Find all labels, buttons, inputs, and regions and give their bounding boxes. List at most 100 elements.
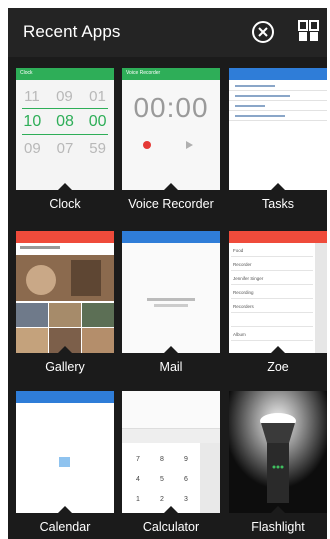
calculator-key: 7 [136, 456, 140, 463]
close-circle-icon [252, 21, 274, 43]
app-label: Calendar [39, 520, 91, 534]
app-preview: Clock 11 09 01 10 08 00 09 07 59 [16, 68, 114, 190]
calendar-day-cell [20, 409, 31, 419]
calendar-day-cell [59, 445, 70, 455]
calculator-key: 1 [136, 496, 140, 503]
calendar-day-cell [33, 409, 44, 419]
calendar-day-cell [33, 469, 44, 479]
calendar-day-cell [98, 433, 109, 443]
play-icon [186, 141, 193, 149]
list-item: Recorders [231, 301, 313, 313]
calendar-day-cell [33, 433, 44, 443]
app-bar [229, 231, 327, 243]
calendar-day-cell [59, 409, 70, 419]
app-bar [16, 391, 114, 403]
flashlight-icon [229, 391, 327, 513]
app-card-clock[interactable]: Clock 11 09 01 10 08 00 09 07 59 Clock [16, 68, 114, 218]
calendar-day-cell [72, 421, 83, 431]
calculator-key: 9 [184, 456, 188, 463]
app-preview: Food Recorder Jennifer Singer Recording … [229, 231, 327, 353]
page-title: Recent Apps [23, 22, 121, 41]
calendar-day-cell [46, 481, 57, 491]
close-all-button[interactable] [250, 19, 276, 45]
layout-toggle-button[interactable] [298, 19, 324, 45]
list-item [231, 315, 313, 327]
app-card-flashlight[interactable]: Flashlight [229, 391, 327, 539]
calendar-day-cell [46, 445, 57, 455]
app-label: Voice Recorder [128, 197, 214, 211]
app-label: Mail [159, 360, 183, 374]
calendar-day-cell [72, 469, 83, 479]
app-preview: Voice Recorder 00:00 [122, 68, 220, 190]
calendar-day-cell [59, 481, 70, 491]
calendar-day-cell [20, 481, 31, 491]
clock-digit: 08 [56, 113, 74, 130]
app-preview [16, 231, 114, 353]
calendar-day-cell [98, 409, 109, 419]
calculator-key: 2 [160, 496, 164, 503]
app-bar [16, 231, 114, 243]
app-card-calendar[interactable]: Calendar [16, 391, 114, 539]
app-card-voice-recorder[interactable]: Voice Recorder 00:00 Voice Recorder [122, 68, 220, 218]
calendar-day-cell [72, 409, 83, 419]
calendar-day-cell [33, 481, 44, 491]
calendar-day-cell [33, 445, 44, 455]
app-bar-title: Voice Recorder [126, 70, 161, 76]
calendar-day-cell [98, 469, 109, 479]
header: Recent Apps [8, 8, 327, 57]
calculator-key: 4 [136, 476, 140, 483]
calendar-day-cell [85, 481, 96, 491]
app-label: Calculator [142, 520, 200, 534]
calculator-key: 5 [160, 476, 164, 483]
app-preview: 7 8 9 4 5 6 1 2 3 [122, 391, 220, 513]
calendar-day-cell [59, 433, 70, 443]
calendar-day-cell [46, 469, 57, 479]
app-bar [229, 68, 327, 80]
app-card-mail[interactable]: Mail [122, 231, 220, 381]
calendar-day-cell [98, 445, 109, 455]
app-label: Tasks [262, 197, 294, 211]
clock-digit: 11 [24, 88, 40, 105]
calendar-day-cell [59, 421, 70, 431]
calculator-key: 3 [184, 496, 188, 503]
calendar-day-cell [20, 433, 31, 443]
calculator-key: 8 [160, 456, 164, 463]
calendar-day-cell [46, 409, 57, 419]
calendar-day-cell [20, 421, 31, 431]
calendar-day-cell [20, 469, 31, 479]
calendar-day-cell [46, 457, 57, 467]
clock-digit: 00 [88, 113, 107, 130]
calculator-key: 6 [184, 476, 188, 483]
calendar-day-cell [85, 445, 96, 455]
calendar-day-cell [72, 481, 83, 491]
app-bar: Clock [16, 68, 114, 80]
app-label: Clock [49, 197, 81, 211]
calendar-day-cell [72, 433, 83, 443]
app-card-calculator[interactable]: 7 8 9 4 5 6 1 2 3 Calculator [122, 391, 220, 539]
calendar-day-cell [72, 445, 83, 455]
calendar-day-cell [59, 469, 70, 479]
recorder-time: 00:00 [133, 92, 209, 123]
calendar-day-cell [33, 457, 44, 467]
list-item: Jennifer Singer [231, 273, 313, 285]
calendar-day-cell [98, 457, 109, 467]
calendar-day-cell [85, 421, 96, 431]
calendar-day-cell [98, 481, 109, 491]
app-card-gallery[interactable]: Gallery [16, 231, 114, 381]
clock-digit: 09 [23, 140, 41, 157]
list-item: Recording [231, 287, 313, 299]
list-item: Recorder [231, 259, 313, 271]
calendar-day-cell [20, 445, 31, 455]
app-label: Flashlight [251, 520, 305, 534]
app-grid: Clock 11 09 01 10 08 00 09 07 59 Clock V… [8, 57, 327, 539]
app-bar [122, 231, 220, 243]
app-card-tasks[interactable]: Tasks [229, 68, 327, 218]
app-bar-title: Clock [20, 70, 33, 76]
app-card-zoe[interactable]: Food Recorder Jennifer Singer Recording … [229, 231, 327, 381]
calendar-day-cell [98, 421, 109, 431]
calendar-day-cell [72, 457, 83, 467]
recent-apps-screen: Recent Apps Clock 11 09 01 10 08 00 09 0… [8, 8, 327, 539]
app-preview [122, 231, 220, 353]
calendar-day-cell [46, 433, 57, 443]
app-preview [16, 391, 114, 513]
